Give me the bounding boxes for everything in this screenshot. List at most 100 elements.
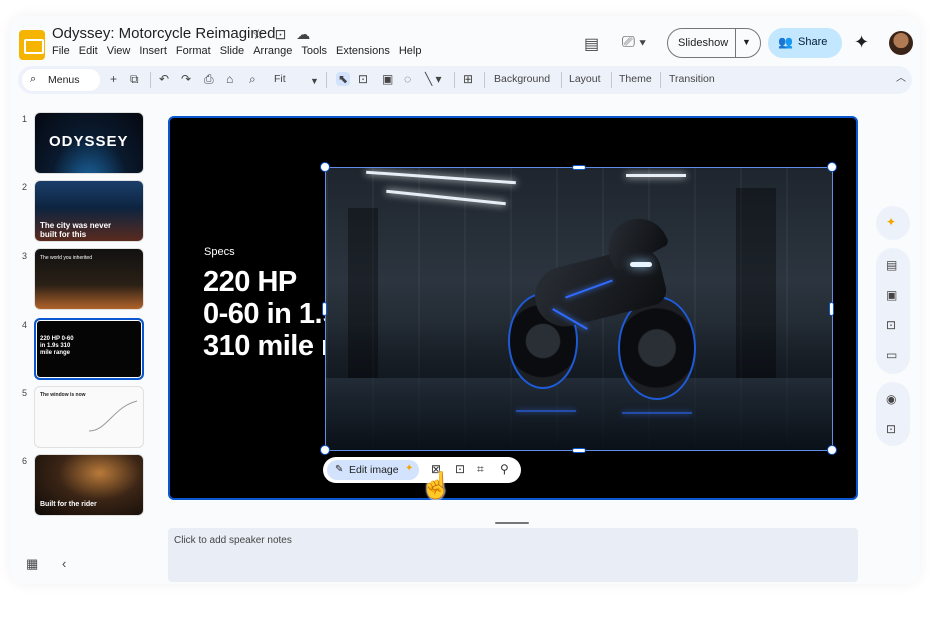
- menu-help[interactable]: Help: [399, 45, 422, 57]
- resize-handle-top[interactable]: [572, 165, 586, 170]
- crop-icon[interactable]: ⌗: [477, 462, 484, 477]
- slide-thumbnail-1[interactable]: ODYSSEY: [34, 112, 144, 174]
- resize-handle-bottom-left[interactable]: [320, 445, 330, 455]
- new-slide-icon[interactable]: +: [110, 72, 117, 86]
- menu-extensions[interactable]: Extensions: [336, 45, 390, 57]
- menus-search[interactable]: ⌕ Menus: [22, 69, 100, 91]
- menu-edit[interactable]: Edit: [79, 45, 98, 57]
- slide-number: 1: [22, 114, 28, 124]
- contacts-icon[interactable]: ⊡: [886, 318, 896, 332]
- toolbar-divider: [611, 72, 612, 88]
- gemini-icon[interactable]: ✦: [886, 215, 896, 229]
- line-icon[interactable]: ╲ ▾: [425, 72, 442, 86]
- slide-thumbnail-4[interactable]: 220 HP 0-60 in 1.9s 310 mile range: [34, 318, 144, 380]
- resize-handle-right[interactable]: [829, 302, 834, 316]
- layout-button[interactable]: Layout: [569, 73, 601, 85]
- meet-icon[interactable]: ⎚ ▾: [622, 34, 646, 52]
- slides-logo-icon[interactable]: [19, 30, 45, 60]
- undo-icon[interactable]: ↶: [159, 72, 169, 86]
- shape-icon[interactable]: ◌: [404, 72, 411, 86]
- background-button[interactable]: Background: [494, 73, 550, 85]
- slide-thumbnail-3[interactable]: The world you inherited: [34, 248, 144, 310]
- slideshow-divider: [735, 29, 736, 57]
- share-button[interactable]: 👥 Share: [768, 28, 842, 58]
- thumbnail-title: The city was never built for this: [40, 221, 112, 239]
- menu-tools[interactable]: Tools: [301, 45, 327, 57]
- thumbnail-title: The world you inherited: [40, 255, 92, 261]
- resize-handle-left[interactable]: [322, 302, 327, 316]
- zoom-chevron-icon[interactable]: ▼: [310, 74, 319, 88]
- select-cursor-icon[interactable]: ⬉: [336, 72, 351, 86]
- gemini-sparkle-icon[interactable]: ✦: [854, 32, 869, 53]
- collapse-toolbar-icon[interactable]: ︿: [896, 72, 906, 86]
- slides-app: Odyssey: Motorcycle Reimagined ☆ ⊡ ☁ Fil…: [10, 16, 920, 584]
- resize-handle-top-right[interactable]: [827, 162, 837, 172]
- cloud-status-icon[interactable]: ☁: [296, 26, 310, 43]
- people-icon: 👥: [778, 35, 793, 49]
- thumbnail-title: The window is now: [40, 392, 86, 398]
- slide-thumbnail-2[interactable]: The city was never built for this: [34, 180, 144, 242]
- paint-format-icon[interactable]: ⌂: [226, 72, 233, 86]
- toolbar-divider: [561, 72, 562, 88]
- speaker-notes-placeholder: Click to add speaker notes: [174, 535, 292, 546]
- menu-view[interactable]: View: [107, 45, 131, 57]
- toolbar-divider: [484, 72, 485, 88]
- resize-handle-top-left[interactable]: [320, 162, 330, 172]
- calendar-icon[interactable]: ▤: [886, 258, 897, 272]
- add-comment-icon[interactable]: ⊞: [463, 72, 473, 86]
- menu-slide[interactable]: Slide: [220, 45, 244, 57]
- record-icon[interactable]: ◉: [886, 392, 896, 406]
- spec-line-hp[interactable]: 220 HP: [203, 266, 297, 299]
- grid-view-icon[interactable]: ▦: [26, 556, 38, 572]
- edit-image-button[interactable]: ✎ Edit image ✦: [327, 460, 419, 480]
- menu-arrange[interactable]: Arrange: [253, 45, 292, 57]
- zoom-icon[interactable]: ⌕: [249, 72, 256, 86]
- replace-image-icon[interactable]: ⊡: [455, 462, 465, 476]
- collapse-filmstrip-icon[interactable]: ‹: [62, 556, 66, 571]
- specs-label[interactable]: Specs: [204, 246, 235, 258]
- search-icon: ⌕: [30, 73, 37, 85]
- theme-button[interactable]: Theme: [619, 73, 652, 85]
- edit-image-label: Edit image: [349, 464, 399, 476]
- title-icons: ☆ ⊡ ☁: [252, 26, 310, 43]
- slide-number: 3: [22, 251, 28, 261]
- print-icon[interactable]: ⎙: [204, 72, 214, 86]
- image-selection-box: [325, 167, 833, 451]
- keep-icon[interactable]: ▣: [886, 288, 897, 302]
- menu-insert[interactable]: Insert: [139, 45, 167, 57]
- comments-icon[interactable]: ▤: [584, 34, 599, 54]
- menu-file[interactable]: File: [52, 45, 70, 57]
- document-title[interactable]: Odyssey: Motorcycle Reimagined: [52, 25, 275, 42]
- transition-button[interactable]: Transition: [669, 73, 715, 85]
- thumbnail-title: Built for the rider: [40, 501, 97, 508]
- insert-slide-icon[interactable]: ⧉: [130, 72, 139, 86]
- slide-canvas[interactable]: Specs 220 HP 0-60 in 1.9s 310 mile range: [168, 116, 858, 500]
- notes-resize-handle[interactable]: [495, 522, 529, 524]
- image-icon[interactable]: ▣: [382, 72, 393, 86]
- chevron-down-icon[interactable]: ▼: [742, 37, 751, 47]
- avatar[interactable]: [889, 31, 913, 55]
- side-panel-gemini: ✦: [876, 206, 910, 240]
- resize-handle-bottom-right[interactable]: [827, 445, 837, 455]
- menu-bar: File Edit View Insert Format Slide Arran…: [52, 45, 421, 57]
- toolbar-divider: [660, 72, 661, 88]
- star-icon[interactable]: ☆: [252, 26, 265, 43]
- zoom-select[interactable]: Fit: [274, 73, 286, 85]
- slideshow-button[interactable]: Slideshow ▼: [667, 28, 761, 58]
- speaker-notes[interactable]: Click to add speaker notes: [168, 528, 858, 582]
- menu-format[interactable]: Format: [176, 45, 211, 57]
- drive-folder-icon[interactable]: ▭: [886, 348, 897, 362]
- slide-thumbnail-5[interactable]: The window is now: [34, 386, 144, 448]
- slide-number: 5: [22, 388, 28, 398]
- slide-number: 2: [22, 182, 28, 192]
- move-folder-icon[interactable]: ⊡: [275, 26, 287, 43]
- format-options-icon[interactable]: ⚲: [500, 462, 509, 476]
- side-panel-apps: ▤ ▣ ⊡ ▭: [876, 248, 910, 374]
- video-record-icon[interactable]: ⊡: [886, 422, 896, 436]
- slide-thumbnail-6[interactable]: Built for the rider: [34, 454, 144, 516]
- slide-number: 6: [22, 456, 28, 466]
- resize-handle-bottom[interactable]: [572, 448, 586, 453]
- hand-cursor-icon: ☝: [420, 470, 453, 500]
- text-box-icon[interactable]: ⊡: [358, 72, 368, 86]
- redo-icon[interactable]: ↷: [181, 72, 191, 86]
